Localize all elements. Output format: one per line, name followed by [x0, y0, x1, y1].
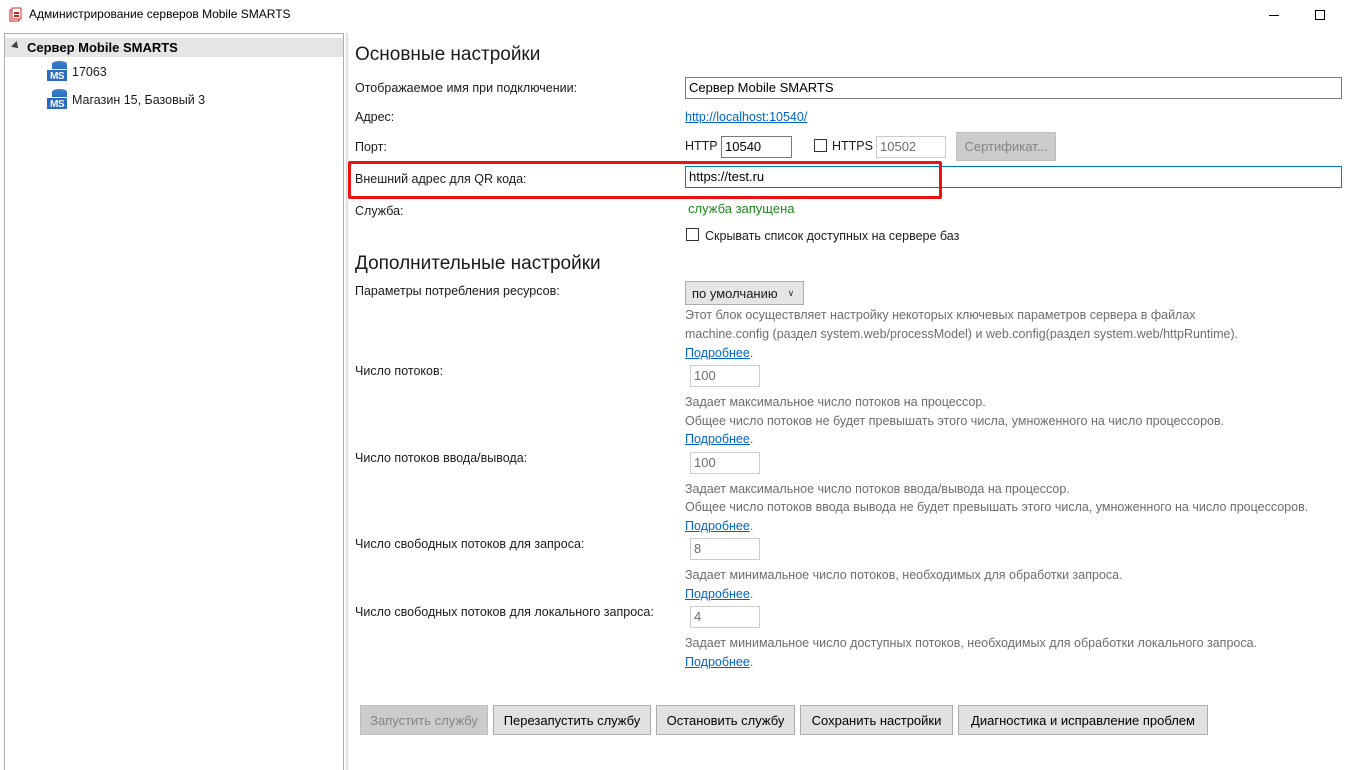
- basic-settings-heading: Основные настройки: [355, 44, 541, 65]
- maximize-button[interactable]: [1297, 0, 1343, 30]
- ms-database-icon: MS: [46, 61, 68, 83]
- more-link[interactable]: Подробнее: [685, 519, 750, 533]
- free-threads-field[interactable]: 8: [690, 538, 760, 560]
- resources-select-value: по умолчанию: [692, 285, 778, 301]
- service-label: Служба:: [355, 204, 404, 218]
- resources-select[interactable]: по умолчанию ∨: [685, 281, 804, 305]
- resources-hint-line1: Этот блок осуществляет настройку некотор…: [685, 308, 1196, 322]
- hide-databases-checkbox[interactable]: [686, 228, 699, 241]
- threads-hint-line2: Общее число потоков не будет превышать э…: [685, 414, 1225, 428]
- free-local-threads-field[interactable]: 4: [690, 606, 760, 628]
- expand-arrow-icon[interactable]: [11, 41, 21, 51]
- free-threads-label: Число свободных потоков для запроса:: [355, 537, 585, 551]
- io-threads-label: Число потоков ввода/вывода:: [355, 451, 528, 465]
- io-threads-hint-line2: Общее число потоков ввода вывода не буде…: [685, 500, 1309, 514]
- address-link[interactable]: http://localhost:10540/: [685, 110, 807, 124]
- http-label: HTTP: [685, 139, 718, 153]
- highlight-annotation: [348, 161, 942, 199]
- more-link[interactable]: Подробнее: [685, 655, 750, 669]
- threads-more: Подробнее.: [685, 432, 754, 446]
- threads-hint-line1: Задает максимальное число потоков на про…: [685, 395, 986, 409]
- hide-databases-label: Скрывать список доступных на сервере баз: [705, 229, 960, 243]
- start-service-button[interactable]: Запустить службу: [360, 705, 488, 735]
- https-label: HTTPS: [832, 139, 873, 153]
- display-name-field[interactable]: Сервер Mobile SMARTS: [685, 77, 1342, 99]
- tree-item-label: Магазин 15, Базовый 3: [72, 93, 206, 107]
- ms-database-icon: MS: [46, 89, 68, 111]
- io-threads-more: Подробнее.: [685, 519, 754, 533]
- service-status: служба запущена: [688, 201, 795, 216]
- free-local-threads-more: Подробнее.: [685, 655, 754, 669]
- app-icon: [9, 7, 23, 22]
- title-bar: Администрирование серверов Mobile SMARTS: [0, 0, 1363, 30]
- minimize-button[interactable]: [1251, 0, 1297, 30]
- more-link[interactable]: Подробнее: [685, 432, 750, 446]
- https-checkbox[interactable]: [814, 139, 827, 152]
- more-link[interactable]: Подробнее: [685, 587, 750, 601]
- io-threads-hint-line1: Задает максимальное число потоков ввода/…: [685, 482, 1070, 496]
- free-threads-more: Подробнее.: [685, 587, 754, 601]
- more-link[interactable]: Подробнее: [685, 346, 750, 360]
- save-settings-button[interactable]: Сохранить настройки: [800, 705, 953, 735]
- http-port-field[interactable]: 10540: [721, 136, 792, 158]
- tree-root-server[interactable]: Сервер Mobile SMARTS: [5, 38, 343, 57]
- advanced-settings-heading: Дополнительные настройки: [355, 253, 601, 274]
- resources-label: Параметры потребления ресурсов:: [355, 284, 560, 298]
- tree-item-database[interactable]: MS 17063: [46, 60, 107, 84]
- address-label: Адрес:: [355, 110, 395, 124]
- maximize-icon: [1315, 10, 1325, 20]
- threads-label: Число потоков:: [355, 364, 444, 378]
- io-threads-field[interactable]: 100: [690, 452, 760, 474]
- tree-item-database[interactable]: MS Магазин 15, Базовый 3: [46, 88, 205, 112]
- tree-root-label: Сервер Mobile SMARTS: [27, 40, 178, 55]
- tree-item-label: 17063: [72, 65, 107, 79]
- chevron-down-icon: ∨: [787, 287, 795, 298]
- display-name-label: Отображаемое имя при подключении:: [355, 81, 578, 95]
- server-tree: Сервер Mobile SMARTS MS 17063 MS Магазин…: [4, 33, 344, 770]
- minimize-icon: [1269, 14, 1279, 16]
- panel-splitter[interactable]: [346, 33, 349, 770]
- window-title: Администрирование серверов Mobile SMARTS: [29, 7, 291, 21]
- free-local-threads-hint: Задает минимальное число доступных поток…: [685, 636, 1258, 650]
- stop-service-button[interactable]: Остановить службу: [656, 705, 795, 735]
- free-threads-hint: Задает минимальное число потоков, необхо…: [685, 568, 1123, 582]
- free-local-threads-label: Число свободных потоков для локального з…: [355, 605, 654, 619]
- threads-field[interactable]: 100: [690, 365, 760, 387]
- diagnostics-button[interactable]: Диагностика и исправление проблем: [958, 705, 1208, 735]
- certificate-button[interactable]: Сертификат...: [956, 132, 1056, 161]
- resources-hint-line2: machine.config (раздел system.web/proces…: [685, 327, 1239, 341]
- port-label: Порт:: [355, 140, 387, 154]
- restart-service-button[interactable]: Перезапустить службу: [493, 705, 651, 735]
- resources-more: Подробнее.: [685, 346, 754, 360]
- https-port-field[interactable]: 10502: [876, 136, 946, 158]
- close-button[interactable]: [1343, 0, 1363, 30]
